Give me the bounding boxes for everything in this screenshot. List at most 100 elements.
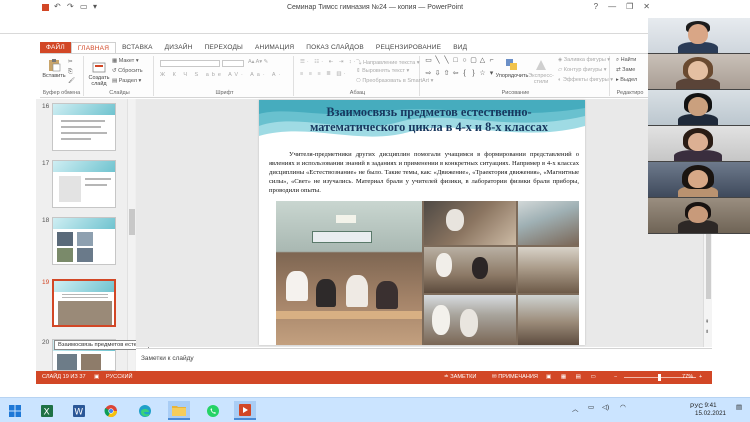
- paste-button[interactable]: Вставить: [42, 58, 66, 79]
- find-button[interactable]: ⌕ Найти: [616, 57, 636, 64]
- notes-placeholder: Заметки к слайду: [141, 355, 194, 362]
- close-button[interactable]: ✕: [643, 2, 650, 11]
- align-buttons[interactable]: ≡ ≡ ≡ ≣ ▥·: [300, 71, 347, 77]
- arrow-shape-icon[interactable]: ⇧: [442, 70, 451, 83]
- shapes-gallery[interactable]: ▭ ╲ ╲ □ ○ ▢ △ ⌐ ⇨ ⇩ ⇧ ⇦{} ☆ ▾: [424, 57, 498, 83]
- oval-shape-icon[interactable]: ○: [460, 57, 469, 70]
- help-button[interactable]: ?: [594, 2, 598, 11]
- volume-icon[interactable]: ◁): [602, 403, 609, 411]
- font-style-buttons[interactable]: Ж К Ч S abe AV· Aa· A·: [160, 72, 283, 78]
- spell-check-icon[interactable]: ▣: [94, 374, 99, 380]
- minimize-button[interactable]: —: [608, 2, 616, 11]
- wifi-icon[interactable]: ◠: [620, 403, 626, 411]
- video-tile-participant-4[interactable]: [648, 126, 750, 162]
- thumbnail-scrollbar-thumb[interactable]: [129, 209, 135, 235]
- notes-pane[interactable]: Заметки к слайду: [136, 348, 712, 371]
- thumbnail-header: [53, 218, 115, 229]
- word-taskbar-button[interactable]: W: [68, 401, 90, 420]
- view-buttons[interactable]: ▣ ▦ ▤ ▭: [546, 374, 600, 380]
- edge-taskbar-button[interactable]: [134, 401, 156, 420]
- shape-fill-button[interactable]: ◈ Заливка фигуры ▾: [558, 57, 610, 63]
- layout-button[interactable]: ▦ Макет ▾: [112, 58, 139, 64]
- triangle-shape-icon[interactable]: △: [478, 57, 487, 70]
- chrome-taskbar-button[interactable]: [100, 401, 122, 420]
- tray-expand-icon[interactable]: ︿: [572, 403, 579, 413]
- network-icon[interactable]: ▭: [588, 403, 594, 411]
- new-slide-button[interactable]: Создать слайд: [88, 60, 110, 87]
- folder-icon: [172, 405, 186, 416]
- rect-shape-icon[interactable]: ▢: [469, 57, 478, 70]
- notes-toggle-button[interactable]: ≐ ЗАМЕТКИ: [444, 374, 476, 380]
- slide-title-line-2: математического цикла в 4-х и 8-х класса…: [309, 120, 549, 134]
- system-clock[interactable]: 9:41 15.02.2021: [695, 402, 726, 418]
- quick-styles-button[interactable]: Экспресс-стили: [526, 58, 556, 85]
- zoom-in-button[interactable]: +: [699, 374, 702, 380]
- arrow-shape-icon[interactable]: ⇦: [451, 70, 460, 83]
- cut-icon[interactable]: ✂: [68, 59, 73, 65]
- zoom-out-button[interactable]: −: [614, 374, 617, 380]
- format-painter-icon[interactable]: 🖌: [68, 78, 75, 84]
- classroom-photo-collage[interactable]: [276, 201, 579, 345]
- arrow-shape-icon[interactable]: ⇨: [424, 70, 433, 83]
- restore-button[interactable]: ❐: [626, 2, 633, 11]
- copy-icon[interactable]: ⎘: [68, 69, 72, 76]
- arrow-shape-icon[interactable]: ⇩: [433, 70, 442, 83]
- current-slide[interactable]: Взаимосвязь предметов естественно- матем…: [259, 100, 585, 345]
- shape-effects-button[interactable]: ◐ Эффекты фигуры ▾: [558, 77, 613, 83]
- video-tile-participant-6[interactable]: [648, 198, 750, 234]
- zoom-slider-handle[interactable]: [658, 374, 661, 381]
- prev-slide-icon[interactable]: ⇞: [705, 319, 709, 325]
- photo-lab-top: [424, 201, 516, 245]
- thumbnail-text-line: [62, 294, 108, 295]
- language-indicator[interactable]: РУССКИЙ: [106, 374, 133, 380]
- line-shape-icon[interactable]: ╲: [433, 57, 442, 70]
- align-text-button[interactable]: ⇕ Выровнять текст ▾: [356, 68, 409, 74]
- select-button[interactable]: ▸ Выдел: [616, 77, 637, 83]
- thumbnail-image: [52, 103, 116, 151]
- ribbon: Вставить ✂ ⎘ 🖌 Буфер обмена Создать слай…: [40, 54, 648, 98]
- thumbnail-number: 16: [42, 103, 50, 110]
- participant-face: [688, 61, 708, 80]
- replace-button[interactable]: ⇄ Заме: [616, 67, 635, 73]
- line-shape-icon[interactable]: ╲: [442, 57, 451, 70]
- thumbnail-text-line: [61, 120, 105, 122]
- slide-body-text[interactable]: Учителя-предметники других дисциплин пом…: [269, 150, 579, 195]
- video-tile-participant-2[interactable]: [648, 54, 750, 90]
- bracket-shape-icon[interactable]: }: [469, 70, 478, 83]
- text-direction-button[interactable]: ⤵ Направление текста ▾: [356, 58, 419, 66]
- shape-outline-button[interactable]: ▱ Контур фигуры ▾: [558, 67, 607, 73]
- rect-shape-icon[interactable]: □: [451, 57, 460, 70]
- star-shape-icon[interactable]: ☆: [478, 70, 487, 83]
- whatsapp-taskbar-button[interactable]: [202, 401, 224, 420]
- video-tile-participant-5[interactable]: [648, 162, 750, 198]
- textbox-shape-icon[interactable]: ▭: [424, 57, 433, 70]
- zoom-level[interactable]: 77%: [682, 374, 693, 380]
- slides-group-label: Слайды: [109, 90, 130, 96]
- section-button[interactable]: ▤ Раздел ▾: [112, 78, 141, 84]
- font-family-combo[interactable]: [160, 60, 220, 67]
- slide-thumbnail-pane: 16 17 18 19 20: [36, 99, 136, 371]
- slide-title[interactable]: Взаимосвязь предметов естественно- матем…: [281, 105, 577, 135]
- font-size-combo[interactable]: [222, 60, 244, 67]
- bracket-shape-icon[interactable]: {: [460, 70, 469, 83]
- thumbnail-scrollbar[interactable]: [127, 99, 135, 371]
- excel-taskbar-button[interactable]: X: [36, 401, 58, 420]
- video-tile-participant-3[interactable]: [648, 90, 750, 126]
- photo-student: [316, 279, 336, 307]
- list-buttons[interactable]: ☰· ☷· ⇤ ⇥ ↕·: [300, 59, 357, 65]
- thumbnail-header: [54, 281, 114, 292]
- reset-button[interactable]: ↺ Сбросить: [112, 68, 143, 74]
- thumbnail-image: [52, 279, 116, 327]
- photo-lab-middle: [518, 247, 579, 293]
- word-icon: W: [73, 404, 85, 417]
- participant-face: [688, 24, 708, 44]
- font-grow-icon[interactable]: A▴ A▾ ✎: [248, 59, 268, 65]
- comments-toggle-button[interactable]: ✉ ПРИМЕЧАНИЯ: [492, 374, 538, 380]
- notifications-icon[interactable]: ▤: [736, 403, 742, 411]
- video-tile-participant-1[interactable]: [648, 18, 750, 54]
- next-slide-icon[interactable]: ⇟: [705, 329, 709, 335]
- powerpoint-taskbar-button[interactable]: [234, 401, 256, 420]
- file-explorer-taskbar-button[interactable]: [168, 401, 190, 420]
- start-button[interactable]: [4, 401, 26, 420]
- thumbnail-picture: [57, 354, 77, 370]
